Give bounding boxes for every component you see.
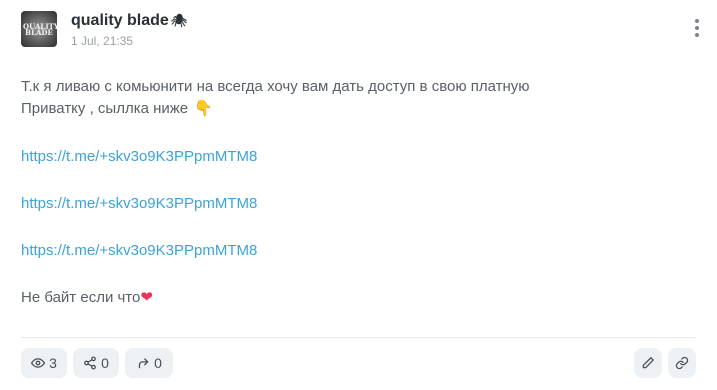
avatar-logo: QUALITY BLADE bbox=[23, 22, 57, 37]
post-text-line-2-text: Приватку , сыллка ниже bbox=[21, 100, 189, 117]
closing-text: Не байт если что❤ bbox=[21, 287, 153, 309]
share-counter[interactable]: 0 bbox=[73, 348, 119, 378]
closing-text-label: Не байт если что bbox=[21, 289, 141, 306]
post-card: QUALITY BLADE quality blade 🕷 1 Jul, 21:3… bbox=[0, 0, 717, 390]
copy-link-button[interactable] bbox=[668, 348, 696, 378]
pencil-icon bbox=[642, 357, 654, 369]
forward-counter[interactable]: 0 bbox=[125, 348, 173, 378]
forwards-count: 0 bbox=[154, 355, 162, 371]
pointing-down-emoji-icon: 👇 bbox=[194, 100, 214, 117]
post-footer: 3 0 0 bbox=[21, 348, 696, 378]
eye-icon bbox=[31, 358, 46, 368]
post-header: QUALITY BLADE quality blade 🕷 1 Jul, 21:3… bbox=[21, 11, 703, 51]
link-icon bbox=[675, 356, 689, 370]
footer-divider bbox=[21, 337, 696, 338]
post-text-line-1: Т.к я ливаю с комьюнити на всегда хочу в… bbox=[21, 78, 530, 95]
author-name[interactable]: quality blade 🕷 bbox=[71, 12, 187, 30]
share-icon bbox=[84, 356, 96, 370]
edit-button[interactable] bbox=[634, 348, 662, 378]
heart-emoji-icon: ❤ bbox=[140, 289, 153, 306]
post-text-line-2: Приватку , сыллка ниже 👇 bbox=[21, 98, 213, 120]
telegram-link-3[interactable]: https://t.me/+skv3o9K3PPpmMTM8 bbox=[21, 240, 257, 262]
shares-count: 0 bbox=[101, 355, 109, 371]
views-count: 3 bbox=[49, 355, 57, 371]
avatar[interactable]: QUALITY BLADE bbox=[21, 11, 57, 47]
forward-icon bbox=[138, 358, 149, 369]
more-vertical-icon[interactable] bbox=[691, 19, 703, 41]
author-name-text: quality blade bbox=[71, 12, 169, 29]
views-counter[interactable]: 3 bbox=[21, 348, 67, 378]
post-date: 1 Jul, 21:35 bbox=[71, 34, 134, 48]
spider-badge-icon: 🕷 bbox=[170, 13, 188, 28]
telegram-link-1[interactable]: https://t.me/+skv3o9K3PPpmMTM8 bbox=[21, 146, 257, 168]
telegram-link-2[interactable]: https://t.me/+skv3o9K3PPpmMTM8 bbox=[21, 193, 257, 215]
